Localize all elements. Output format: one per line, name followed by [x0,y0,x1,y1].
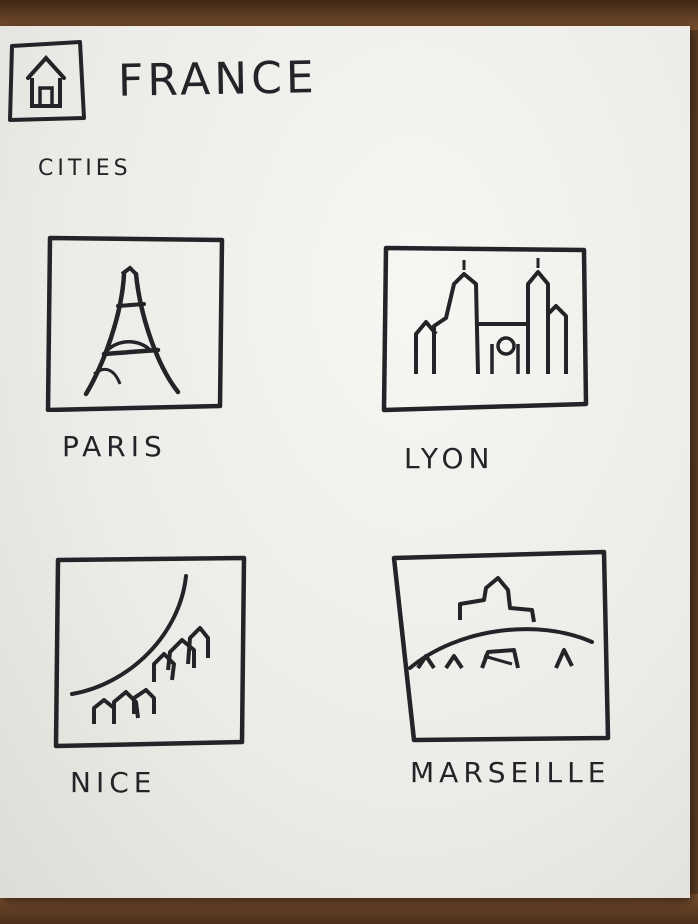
city-label-lyon: LYON [404,442,495,475]
coastline-houses-icon [53,555,247,749]
city-label-marseille: MARSEILLE [410,756,611,789]
city-label-nice: NICE [70,766,157,799]
home-icon [8,40,86,122]
city-tile-nice[interactable]: NICE [50,554,250,799]
page-title: FRANCE [117,52,319,107]
city-label-paris: PARIS [62,430,167,463]
city-tile-marseille[interactable]: MARSEILLE [388,548,614,789]
cathedral-icon [381,245,589,413]
home-button[interactable] [6,38,86,122]
table-background-bottom [0,894,698,924]
sketch-paper: FRANCE CITIES PARIS LYON NICE MARSEILLE [0,26,690,898]
eiffel-tower-icon [45,235,225,412]
section-heading: CITIES [38,156,132,181]
city-tile-paris[interactable]: PARIS [44,234,230,463]
city-tile-lyon[interactable]: LYON [380,244,590,475]
hilltop-basilica-icon [391,549,611,743]
